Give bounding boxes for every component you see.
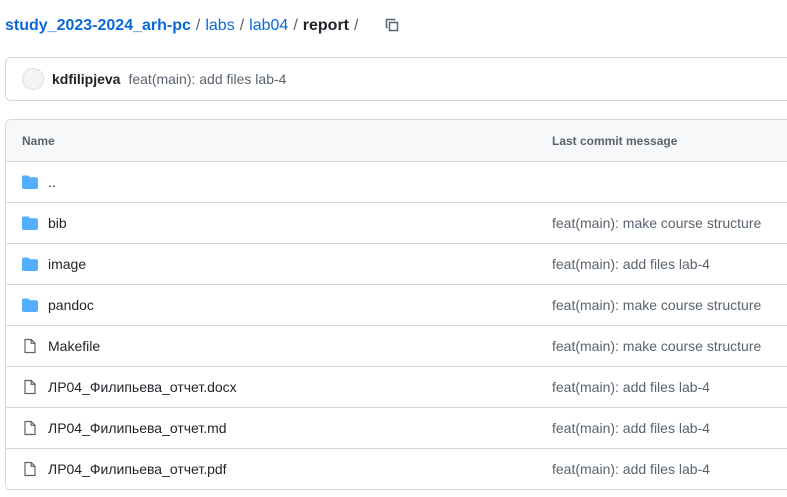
table-row[interactable]: ЛР04_Филипьева_отчет.pdf feat(main): add… — [6, 449, 787, 490]
commit-author-link[interactable]: kdfilipjeva — [52, 71, 120, 87]
avatar[interactable] — [22, 68, 44, 90]
table-row[interactable]: Makefile feat(main): make course structu… — [6, 326, 787, 367]
column-header-name: Name — [22, 133, 55, 148]
file-table: Name Last commit message .. bib feat(mai… — [5, 119, 787, 490]
commit-message-link[interactable]: feat(main): add files lab-4 — [552, 420, 710, 436]
folder-icon — [22, 175, 38, 189]
commit-message-link[interactable]: feat(main): add files lab-4 — [552, 461, 710, 477]
column-header-last-commit-message: Last commit message — [552, 133, 678, 148]
file-name-link[interactable]: ЛР04_Филипьева_отчет.md — [48, 420, 227, 436]
breadcrumb-link-lab04[interactable]: lab04 — [249, 17, 288, 35]
breadcrumb-separator: / — [195, 17, 201, 34]
commit-message-link[interactable]: feat(main): make course structure — [552, 338, 761, 354]
breadcrumb-separator: / — [293, 17, 298, 34]
table-row[interactable]: image feat(main): add files lab-4 — [6, 244, 787, 285]
latest-commit-bar: kdfilipjeva feat(main): add files lab-4 — [5, 57, 787, 101]
table-header: Name Last commit message — [6, 120, 787, 162]
folder-icon — [22, 257, 38, 271]
folder-icon — [22, 216, 38, 230]
file-name-link[interactable]: bib — [48, 215, 67, 231]
commit-message-link[interactable]: feat(main): add files lab-4 — [552, 379, 710, 395]
breadcrumb-separator: / — [239, 17, 245, 34]
table-row[interactable]: pandoc feat(main): make course structure — [6, 285, 787, 326]
breadcrumb-link-labs[interactable]: labs — [205, 17, 234, 35]
file-icon — [24, 338, 36, 354]
folder-icon — [22, 298, 38, 312]
table-row[interactable]: .. — [6, 162, 787, 203]
copy-icon — [385, 18, 399, 32]
file-icon — [24, 420, 36, 436]
file-name-link[interactable]: ЛР04_Филипьева_отчет.pdf — [48, 461, 227, 477]
file-name-link[interactable]: .. — [48, 174, 56, 190]
commit-message-link[interactable]: feat(main): make course structure — [552, 297, 761, 313]
file-name-link[interactable]: ЛР04_Филипьева_отчет.docx — [48, 379, 237, 395]
table-row[interactable]: bib feat(main): make course structure — [6, 203, 787, 244]
file-name-link[interactable]: Makefile — [48, 338, 100, 354]
commit-message-link[interactable]: feat(main): add files lab-4 — [128, 71, 286, 87]
breadcrumb-repo-link[interactable]: study_2023-2024_arh-pc — [5, 17, 191, 35]
table-row[interactable]: ЛР04_Филипьева_отчет.md feat(main): add … — [6, 408, 787, 449]
file-name-link[interactable]: pandoc — [48, 297, 94, 313]
breadcrumb-separator: / — [354, 17, 359, 34]
file-name-link[interactable]: image — [48, 256, 86, 272]
breadcrumb: study_2023-2024_arh-pc / labs / lab04 / … — [5, 14, 363, 38]
copy-path-button[interactable] — [382, 15, 402, 35]
commit-message-link[interactable]: feat(main): make course structure — [552, 215, 761, 231]
commit-message-link[interactable]: feat(main): add files lab-4 — [552, 256, 710, 272]
breadcrumb-current: report — [302, 17, 349, 34]
file-icon — [24, 379, 36, 395]
table-row[interactable]: ЛР04_Филипьева_отчет.docx feat(main): ad… — [6, 367, 787, 408]
file-icon — [24, 461, 36, 477]
